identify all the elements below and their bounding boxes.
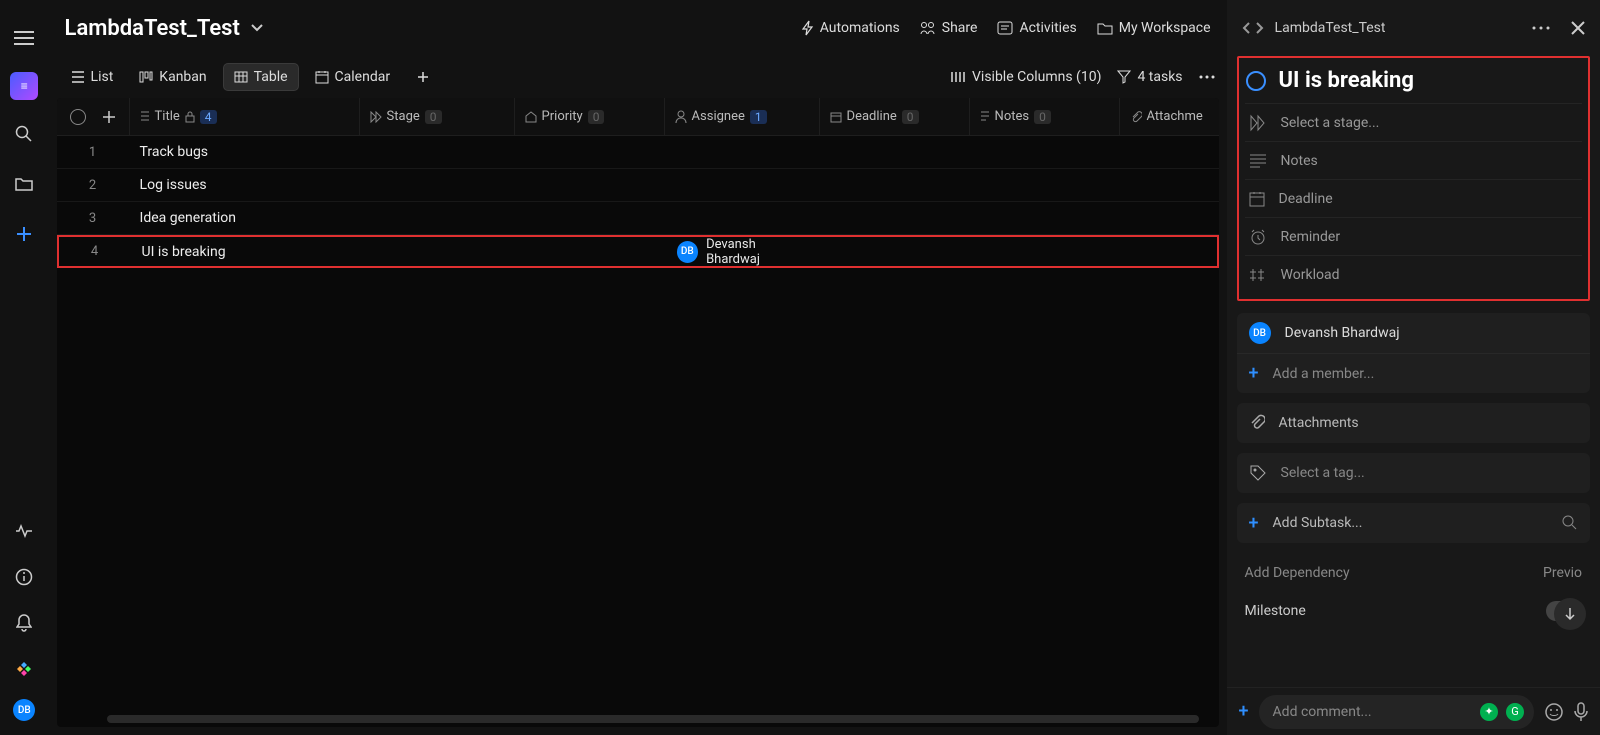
folder-icon[interactable] [8, 168, 40, 200]
column-assignee[interactable]: Assignee 1 [664, 98, 819, 135]
workload-field[interactable]: Workload [1245, 255, 1582, 293]
horizontal-scrollbar[interactable] [107, 715, 1199, 723]
view-table[interactable]: Table [223, 63, 299, 91]
column-notes[interactable]: Notes 0 [969, 98, 1119, 135]
grammar-badge-1[interactable]: ✦ [1480, 703, 1498, 721]
member-row[interactable]: DB Devansh Bhardwaj [1237, 313, 1590, 353]
visible-columns-button[interactable]: Visible Columns (10) [950, 69, 1101, 85]
view-list[interactable]: List [61, 64, 124, 90]
table-row[interactable]: 2 Log issues [57, 169, 1219, 202]
share-button[interactable]: Share [920, 20, 978, 36]
avatar: DB [1249, 322, 1271, 344]
search-icon[interactable] [8, 118, 40, 150]
more-icon[interactable] [1532, 26, 1550, 30]
add-member-button[interactable]: + Add a member... [1237, 353, 1590, 393]
column-deadline[interactable]: Deadline 0 [819, 98, 969, 135]
grammar-badge-2[interactable]: G [1506, 703, 1524, 721]
column-title[interactable]: Title 4 [129, 98, 359, 135]
dependency-row[interactable]: Add Dependency Previo [1237, 553, 1590, 593]
search-icon[interactable] [1562, 515, 1578, 531]
table-row[interactable]: 1 Track bugs [57, 136, 1219, 169]
pulse-icon[interactable] [8, 515, 40, 547]
chevron-down-icon[interactable] [250, 23, 264, 33]
add-view-button[interactable] [406, 65, 440, 89]
tag-section[interactable]: Select a tag... [1237, 453, 1590, 493]
activities-button[interactable]: Activities [997, 20, 1076, 36]
add-subtask-button[interactable]: + Add Subtask... [1237, 503, 1590, 543]
deadline-field[interactable]: Deadline [1245, 179, 1582, 217]
comment-input[interactable]: Add comment... ✦ G [1259, 695, 1534, 729]
column-priority[interactable]: Priority 0 [514, 98, 664, 135]
close-icon[interactable] [1570, 20, 1586, 36]
forward-icon[interactable] [1255, 21, 1265, 35]
lock-icon [185, 111, 195, 123]
add-attachment-icon[interactable]: + [1239, 701, 1249, 722]
column-stage[interactable]: Stage 0 [359, 98, 514, 135]
filter-button[interactable]: 4 tasks [1117, 69, 1182, 85]
menu-icon[interactable] [8, 22, 40, 54]
stage-field[interactable]: Select a stage... [1245, 103, 1582, 141]
more-icon[interactable] [1199, 75, 1215, 79]
add-icon[interactable] [8, 218, 40, 250]
milestone-row[interactable]: Milestone [1237, 593, 1590, 629]
automations-button[interactable]: Automations [802, 20, 900, 36]
view-kanban[interactable]: Kanban [129, 64, 216, 90]
reminder-field[interactable]: Reminder [1245, 217, 1582, 255]
members-section: DB Devansh Bhardwaj + Add a member... [1237, 313, 1590, 393]
scroll-down-button[interactable] [1554, 598, 1586, 630]
user-avatar[interactable]: DB [13, 699, 35, 721]
page-title[interactable]: LambdaTest_Test [65, 16, 240, 41]
apps-icon[interactable] [8, 653, 40, 685]
workspace-button[interactable]: My Workspace [1097, 20, 1211, 36]
table-row[interactable]: 3 Idea generation [57, 202, 1219, 235]
attachments-section[interactable]: Attachments [1237, 403, 1590, 443]
task-title[interactable]: UI is breaking [1279, 68, 1414, 93]
mic-icon[interactable] [1574, 702, 1588, 722]
app-logo[interactable]: ≡ [10, 72, 38, 100]
panel-breadcrumb[interactable]: LambdaTest_Test [1275, 20, 1386, 36]
back-icon[interactable] [1241, 21, 1251, 35]
emoji-icon[interactable] [1544, 702, 1564, 722]
column-attachments[interactable]: Attachme [1119, 98, 1219, 135]
avatar: DB [677, 241, 699, 263]
bell-icon[interactable] [8, 607, 40, 639]
add-row-icon[interactable] [102, 110, 116, 124]
table-row[interactable]: 4 UI is breaking DB Devansh Bhardwaj [57, 235, 1219, 268]
status-circle-icon[interactable] [1245, 70, 1267, 92]
view-calendar[interactable]: Calendar [305, 64, 401, 90]
notes-field[interactable]: Notes [1245, 141, 1582, 179]
select-all-checkbox[interactable] [70, 109, 86, 125]
info-icon[interactable] [8, 561, 40, 593]
subtask-section: + Add Subtask... [1237, 503, 1590, 543]
